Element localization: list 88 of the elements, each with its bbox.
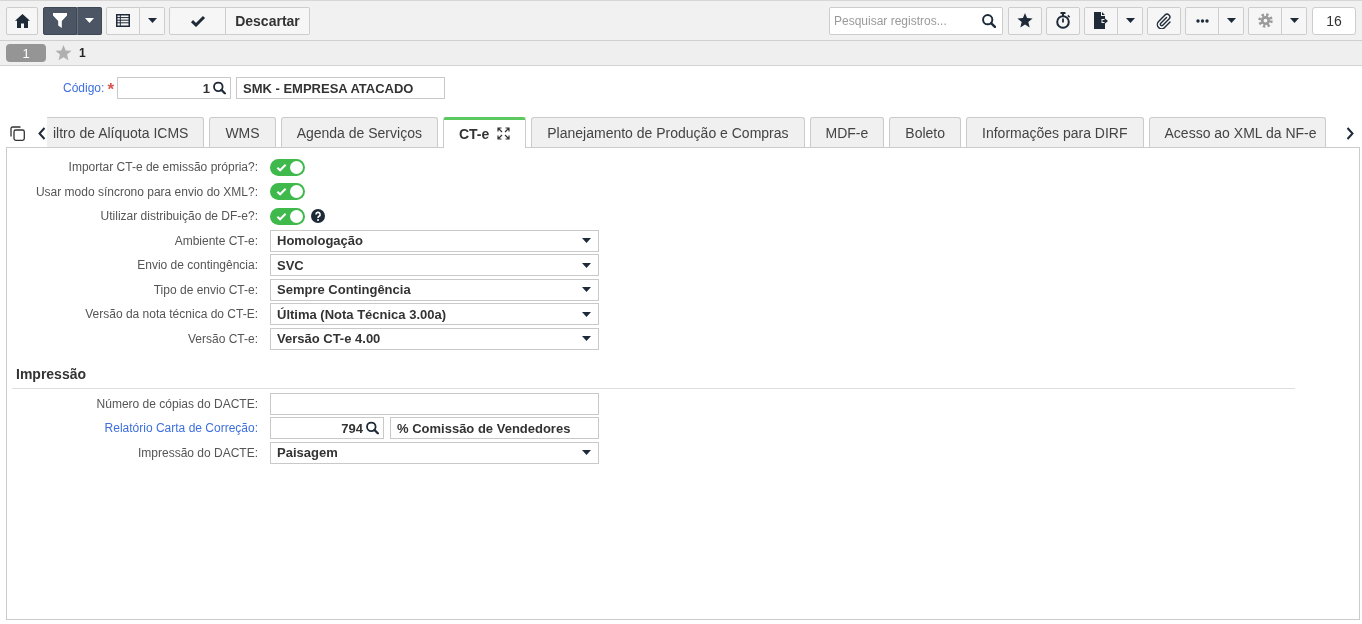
caret-icon [582, 238, 591, 243]
filter-menu-button[interactable] [77, 6, 102, 35]
field-label: Ambiente CT-e: [174, 233, 258, 248]
save-button[interactable] [169, 6, 226, 35]
ellipsis-icon [1195, 18, 1209, 23]
star-icon [1017, 13, 1033, 28]
export-button[interactable] [1084, 6, 1118, 35]
field-label: Versão da nota técnica do CT-E: [85, 307, 258, 321]
tab[interactable]: MDF-e [809, 117, 885, 147]
caret-icon [582, 336, 591, 341]
gear-icon [1257, 13, 1273, 28]
field-label: Envio de contingência: [137, 258, 258, 272]
view-menu-button[interactable] [140, 6, 165, 35]
help-icon[interactable] [311, 209, 325, 223]
more-menu-button[interactable] [1219, 6, 1244, 35]
favorite-count: 1 [79, 46, 86, 60]
field-link[interactable]: Relatório Carta de Correção: [104, 421, 258, 435]
text-field[interactable] [270, 392, 599, 415]
home-button[interactable] [6, 6, 38, 35]
field-label: Número de cópias do DACTE: [96, 396, 258, 411]
caret-icon [1226, 18, 1236, 23]
chevron-right-icon[interactable] [1346, 126, 1354, 140]
table-icon [116, 14, 130, 27]
name-field[interactable]: SMK - EMPRESA ATACADO [236, 77, 445, 99]
caret-icon [582, 311, 591, 317]
tab[interactable]: Informações para DIRF [966, 117, 1144, 147]
dropdown-field[interactable]: Última (Nota Técnica 3.00a) [270, 303, 599, 325]
field-link[interactable]: Código: [63, 81, 105, 95]
tab[interactable]: iltro de Alíquota ICMS [47, 117, 205, 147]
copy-icon[interactable] [10, 125, 25, 141]
check-icon [276, 162, 287, 172]
discard-button[interactable]: Descartar [226, 6, 310, 35]
view-button[interactable] [106, 6, 140, 35]
dropdown-field[interactable]: SVC [270, 254, 599, 276]
stopwatch-icon [1055, 12, 1071, 29]
check-icon [189, 14, 206, 27]
tab[interactable]: Planejamento de Produção e Compras [531, 117, 805, 147]
check-icon [276, 187, 287, 196]
favorite-button[interactable] [1008, 6, 1042, 35]
dropdown-field[interactable]: Versão CT-e 4.00 [270, 327, 599, 350]
settings-menu-button[interactable] [1282, 6, 1307, 35]
field-label: Utilizar distribuição de DF-e?: [100, 209, 258, 223]
field-label: Importar CT-e de emissão própria?: [68, 160, 258, 174]
toggle-switch[interactable] [270, 207, 305, 225]
dropdown-field[interactable]: Paisagem [270, 441, 599, 464]
field-label: Tipo de envio CT-e: [153, 282, 258, 297]
timer-button[interactable] [1046, 6, 1080, 35]
tab[interactable]: WMS [209, 117, 276, 147]
tab[interactable]: CT-e [442, 117, 527, 148]
more-button[interactable] [1185, 6, 1219, 35]
tab[interactable]: Acesso ao XML da NF-e [1148, 117, 1326, 147]
search-icon [366, 421, 379, 435]
paperclip-icon [1156, 12, 1172, 29]
caret-icon [582, 450, 591, 455]
search-field[interactable]: Pesquisar registros... [829, 6, 1003, 35]
document-arrow-icon [1094, 12, 1108, 29]
name-field[interactable]: % Comissão de Vendedores [390, 417, 599, 439]
dropdown-field[interactable]: Sempre Contingência [270, 278, 599, 301]
code-field[interactable]: 794 [270, 417, 384, 439]
tab[interactable]: Boleto [889, 117, 962, 147]
field-label: Versão CT-e: [187, 331, 258, 346]
star-icon[interactable] [55, 45, 72, 61]
caret-icon [582, 287, 591, 292]
required-mark: * [107, 82, 114, 94]
caret-icon [1289, 18, 1299, 23]
caret-icon [1125, 18, 1135, 23]
caret-icon [85, 18, 94, 23]
field-label: Impressão do DACTE: [137, 445, 258, 460]
dropdown-field[interactable]: Homologação [270, 229, 599, 252]
record-counter[interactable]: 16 [1312, 6, 1356, 35]
field-label: Usar modo síncrono para envio do XML?: [35, 184, 258, 199]
home-icon [14, 13, 30, 28]
code-field[interactable]: 1 [117, 77, 231, 99]
toggle-switch[interactable] [270, 183, 305, 200]
caret-icon [147, 18, 157, 23]
toggle-switch[interactable] [270, 158, 305, 176]
search-icon [982, 13, 996, 28]
expand-icon[interactable] [497, 127, 511, 140]
search-icon [213, 81, 226, 95]
section-title: Impressão [16, 365, 87, 382]
attach-button[interactable] [1147, 6, 1181, 35]
export-menu-button[interactable] [1118, 6, 1143, 35]
check-icon [276, 211, 287, 221]
filter-button[interactable] [43, 6, 77, 35]
tab[interactable]: Agenda de Serviços [280, 117, 438, 147]
filter-icon [53, 13, 67, 28]
chevron-left-icon[interactable] [38, 126, 46, 140]
caret-icon [582, 262, 591, 268]
